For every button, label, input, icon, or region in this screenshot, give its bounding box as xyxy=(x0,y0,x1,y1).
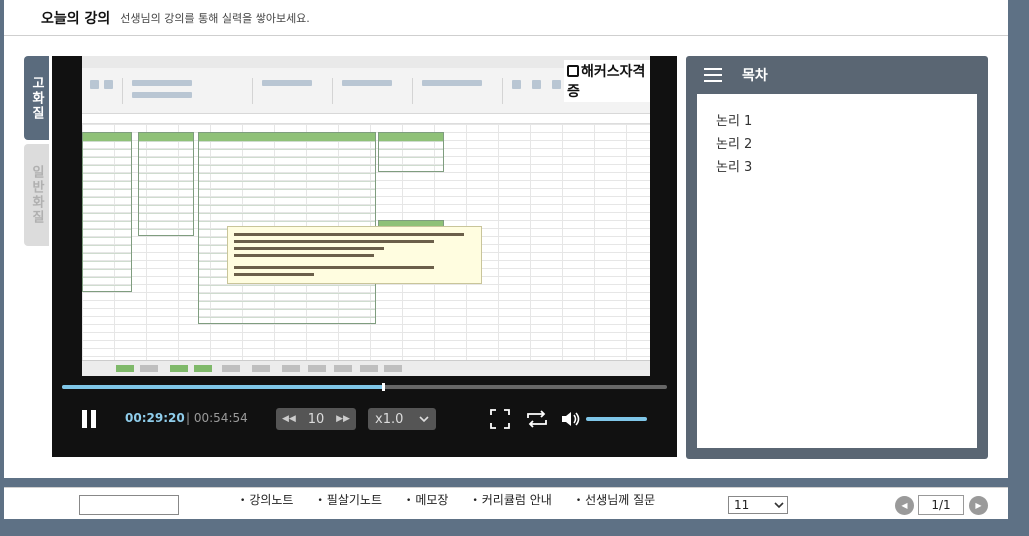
speed-value: x1.0 xyxy=(375,411,404,427)
video-player: 해커스자격증 00:29:20 | 00:54:54 ◀◀ 10 ▶▶ x1.0 xyxy=(52,56,677,457)
toc-item[interactable]: 논리 2 xyxy=(716,133,977,156)
chevron-down-icon xyxy=(774,502,784,509)
seek-bar[interactable] xyxy=(62,383,667,391)
toc-item[interactable]: 논리 1 xyxy=(716,110,977,133)
repeat-button[interactable] xyxy=(524,408,550,430)
bottom-links: 강의노트 필살기노트 메모장 커리큘럼 안내 선생님께 질문 xyxy=(240,491,655,508)
curriculum-link[interactable]: 커리큘럼 안내 xyxy=(472,491,552,508)
video-frame[interactable]: 해커스자격증 xyxy=(82,56,650,376)
bottom-bar: 강의노트 필살기노트 메모장 커리큘럼 안내 선생님께 질문 11 ◀ 1/1 … xyxy=(4,487,1008,519)
chevron-left-icon: ◀ xyxy=(901,501,908,510)
lecture-stage: 오늘의 강의 선생님의 강의를 통해 실력을 쌓아보세요. 고화질 일반화질 해… xyxy=(4,0,1008,478)
seek-bar-fill xyxy=(62,385,383,389)
pause-icon xyxy=(82,410,87,428)
lecture-number-value: 11 xyxy=(734,498,750,512)
menu-icon[interactable] xyxy=(704,68,722,82)
repeat-icon xyxy=(527,410,547,428)
quality-tab-sd-label: 일반화질 xyxy=(29,165,44,225)
next-page-button[interactable]: ▶ xyxy=(969,496,988,515)
lecture-note-link[interactable]: 강의노트 xyxy=(240,491,293,508)
formula-note-box xyxy=(227,226,482,284)
pause-icon-bar xyxy=(91,410,96,428)
quality-tab-hd[interactable]: 고화질 xyxy=(24,56,49,140)
brand-logo-icon xyxy=(567,65,579,77)
chevron-right-icon: ▶ xyxy=(975,501,982,510)
key-note-link[interactable]: 필살기노트 xyxy=(317,491,382,508)
prev-page-button[interactable]: ◀ xyxy=(895,496,914,515)
lecture-number-select[interactable]: 11 xyxy=(728,496,788,514)
ask-teacher-link[interactable]: 선생님께 질문 xyxy=(576,491,655,508)
page-subtitle: 선생님의 강의를 통해 실력을 쌓아보세요. xyxy=(120,11,310,25)
bottom-text-input[interactable] xyxy=(79,495,179,515)
fast-forward-icon[interactable]: ▶▶ xyxy=(336,414,350,424)
skip-seconds: 10 xyxy=(307,411,325,427)
formula-bar xyxy=(82,114,650,124)
seek-handle[interactable] xyxy=(381,383,385,391)
page-title: 오늘의 강의 xyxy=(41,10,111,27)
fullscreen-icon xyxy=(490,409,510,429)
page-header: 오늘의 강의 선생님의 강의를 통해 실력을 쌓아보세요. xyxy=(4,0,1008,36)
quality-tab-hd-label: 고화질 xyxy=(29,75,44,121)
toc-title: 목차 xyxy=(742,68,768,84)
memo-link[interactable]: 메모장 xyxy=(406,491,448,508)
speed-select[interactable]: x1.0 xyxy=(368,408,436,430)
toc-list: 논리 1 논리 2 논리 3 xyxy=(697,94,977,448)
toc-item[interactable]: 논리 3 xyxy=(716,156,977,179)
sheet-tabs xyxy=(82,360,650,376)
toc-header: 목차 xyxy=(686,56,988,94)
spreadsheet-grid xyxy=(82,124,650,360)
chevron-down-icon xyxy=(419,416,429,423)
fullscreen-button[interactable] xyxy=(489,408,511,430)
volume-button[interactable] xyxy=(560,408,582,430)
rewind-icon[interactable]: ◀◀ xyxy=(282,414,296,424)
total-time: | 00:54:54 xyxy=(186,411,248,425)
pause-button[interactable] xyxy=(79,408,99,430)
page-indicator: 1/1 xyxy=(918,495,964,515)
volume-slider[interactable] xyxy=(586,417,647,421)
brand-logo: 해커스자격증 xyxy=(564,60,650,102)
volume-icon xyxy=(562,412,580,426)
skip-control: ◀◀ 10 ▶▶ xyxy=(276,408,356,430)
table-of-contents: 목차 논리 1 논리 2 논리 3 xyxy=(686,56,988,459)
current-time: 00:29:20 xyxy=(125,411,185,425)
quality-tab-sd[interactable]: 일반화질 xyxy=(24,144,49,246)
